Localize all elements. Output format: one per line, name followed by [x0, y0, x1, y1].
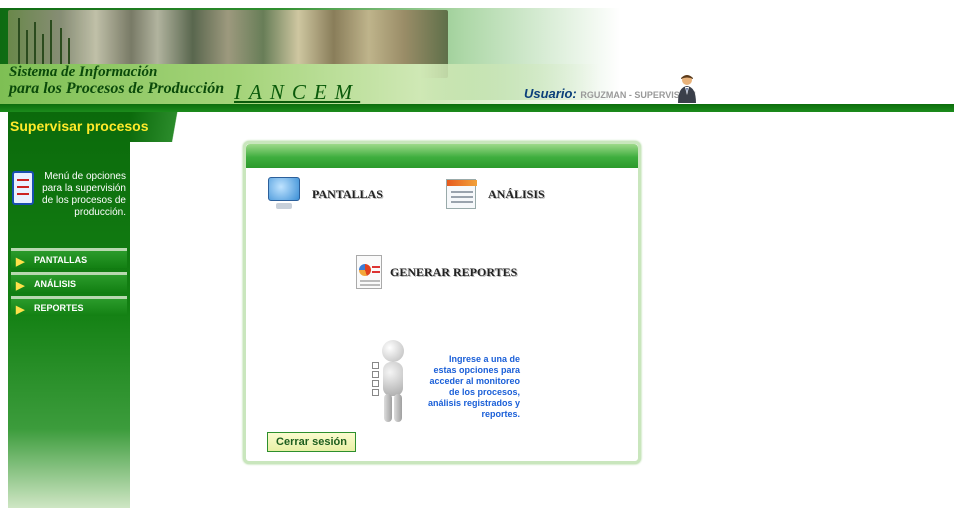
arrow-right-icon: ▶ — [16, 304, 25, 316]
sidebar-item-analisis[interactable]: ▶ ANÁLISIS — [11, 272, 127, 292]
option-pantallas-label: PANTALLAS — [312, 186, 383, 201]
help-figure-icon — [372, 338, 412, 424]
sidebar-title: Supervisar procesos — [10, 118, 149, 134]
header: Sistema de Información para los Procesos… — [0, 0, 954, 112]
user-label: Usuario: — [524, 86, 577, 101]
system-title: Sistema de Información para los Procesos… — [9, 64, 224, 97]
sidebar-item-label: PANTALLAS — [34, 255, 88, 265]
option-generar-reportes[interactable]: GENERAR REPORTES — [356, 255, 517, 289]
user-avatar-icon — [678, 75, 696, 103]
panel-header-bar — [246, 144, 638, 168]
option-analisis[interactable]: ANÁLISIS — [446, 179, 545, 209]
document-icon — [446, 179, 477, 209]
option-analisis-label: ANÁLISIS — [488, 186, 545, 201]
option-pantallas[interactable]: PANTALLAS — [268, 177, 383, 211]
page: Sistema de Información para los Procesos… — [0, 0, 954, 508]
system-title-line2: para los Procesos de Producción — [9, 80, 225, 97]
arrow-right-icon: ▶ — [16, 256, 25, 268]
sidebar-item-reportes[interactable]: ▶ REPORTES — [11, 296, 127, 316]
arrow-right-icon: ▶ — [16, 280, 25, 292]
option-generar-reportes-label: GENERAR REPORTES — [390, 264, 518, 279]
help-text: Ingrese a una de estas opciones para acc… — [427, 354, 520, 419]
checklist-icon — [12, 171, 34, 205]
header-divider — [0, 104, 954, 112]
sidebar-item-label: REPORTES — [34, 303, 84, 313]
user-info: Usuario: RGUZMAN - SUPERVISIÓN — [524, 86, 696, 101]
report-icon — [356, 255, 382, 289]
logout-button[interactable]: Cerrar sesión — [267, 432, 356, 452]
system-title-line1: Sistema de Información — [9, 64, 158, 80]
brand-logo: IANCEM — [234, 80, 361, 104]
sidebar-description: Menú de opciones para la supervisión de … — [42, 171, 126, 218]
monitor-icon — [268, 177, 300, 211]
sidebar-item-label: ANÁLISIS — [34, 279, 77, 289]
sidebar-item-pantallas[interactable]: ▶ PANTALLAS — [11, 248, 127, 268]
